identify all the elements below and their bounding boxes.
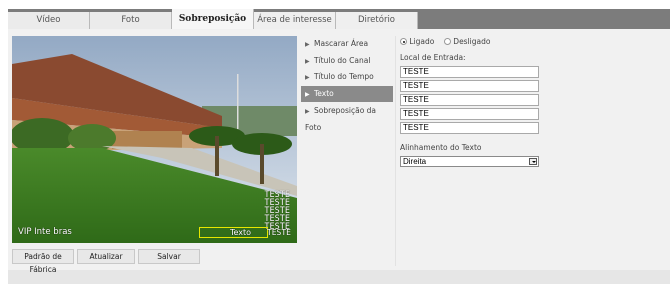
- menu-item-titulo-do-tempo[interactable]: ▶ Título do Tempo: [301, 69, 393, 85]
- panel-divider: [395, 36, 396, 266]
- arrow-right-icon: ▶: [305, 57, 310, 65]
- text-overlay-label: Texto: [230, 228, 252, 237]
- enable-radio-group: Ligado Desligado: [400, 36, 490, 47]
- text-entry-4[interactable]: TESTE: [400, 108, 539, 120]
- save-button[interactable]: Salvar: [138, 249, 200, 264]
- text-entry-3[interactable]: TESTE: [400, 94, 539, 106]
- arrow-right-icon: ▶: [305, 74, 310, 82]
- tab-foto[interactable]: Foto: [90, 12, 172, 29]
- factory-default-button[interactable]: Padrão de Fábrica: [12, 249, 74, 274]
- text-entry-2[interactable]: TESTE: [400, 80, 539, 92]
- on-radio-label: Ligado: [409, 37, 435, 46]
- on-radio[interactable]: [400, 38, 407, 45]
- off-radio-label: Desligado: [453, 37, 491, 46]
- tab-diretorio[interactable]: Diretório: [336, 12, 418, 29]
- menu-item-sobreposicao-da-foto[interactable]: ▶ Sobreposição da Foto: [301, 103, 393, 132]
- text-overlay-value: TESTE: [266, 228, 291, 237]
- align-label: Alinhamento do Texto: [400, 143, 482, 152]
- text-entry-5[interactable]: TESTE: [400, 122, 539, 134]
- text-entry-1[interactable]: TESTE: [400, 66, 539, 78]
- camera-scene: [12, 36, 297, 243]
- off-radio[interactable]: [443, 38, 451, 45]
- arrow-right-icon: ▶: [305, 91, 310, 99]
- refresh-button[interactable]: Atualizar: [77, 249, 135, 264]
- video-preview[interactable]: TESTE TESTE TESTE TESTE TESTE VIP Inte b…: [12, 36, 297, 243]
- overlay-brand-text: VIP Inte bras: [18, 227, 72, 237]
- arrow-right-icon: ▶: [305, 41, 310, 48]
- text-align-value: Direita: [403, 157, 427, 166]
- content-footer-band: [8, 270, 670, 284]
- overlay-text-stack: TESTE TESTE TESTE TESTE TESTE: [264, 191, 290, 232]
- chevron-down-icon[interactable]: [529, 158, 537, 165]
- overlay-menu: ▶ Mascarar Área ▶ Título do Canal ▶ Título …: [301, 36, 393, 132]
- menu-item-mascarar-area[interactable]: ▶ Mascarar Área: [301, 36, 393, 52]
- arrow-right-icon: ▶: [305, 107, 310, 115]
- menu-item-titulo-do-canal[interactable]: ▶ Título do Canal: [301, 53, 393, 69]
- text-align-select[interactable]: Direita: [400, 156, 539, 167]
- tab-sobreposicao[interactable]: Sobreposição: [172, 9, 254, 29]
- tab-bar: Vídeo Foto Sobreposição Área de interess…: [8, 9, 670, 29]
- tab-area-de-interesse[interactable]: Área de interesse: [254, 12, 336, 29]
- tab-video[interactable]: Vídeo: [8, 12, 90, 29]
- entry-label: Local de Entrada:: [400, 53, 466, 62]
- menu-item-texto[interactable]: ▶ Texto: [301, 86, 393, 103]
